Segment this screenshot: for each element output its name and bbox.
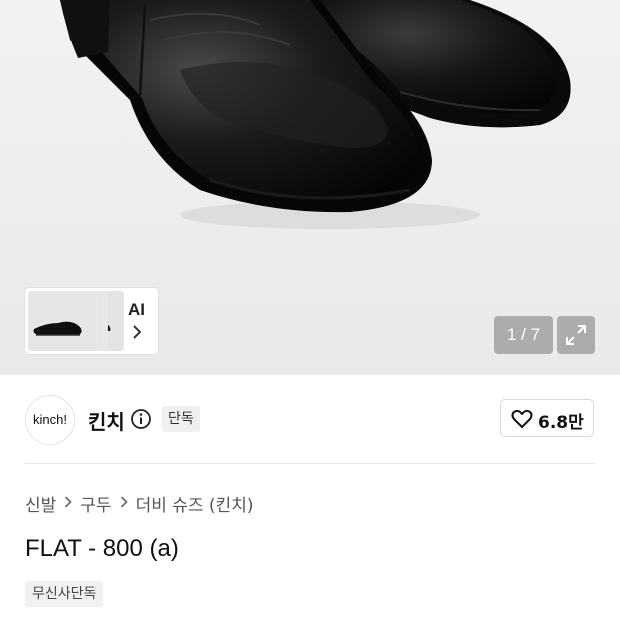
breadcrumb-item-shoes[interactable]: 신발 (25, 491, 56, 516)
brand-logo[interactable]: kinch! (25, 395, 75, 445)
breadcrumb-item-derby-shoes[interactable]: 더비 슈즈 (킨치) (136, 491, 254, 516)
heart-icon (511, 409, 533, 428)
brand-name[interactable]: 킨치 (88, 406, 125, 435)
product-title: FLAT - 800 (a) (25, 535, 179, 562)
breadcrumb-chevron-icon (120, 493, 128, 513)
expand-icon (566, 325, 586, 345)
breadcrumb: 신발 구두 더비 슈즈 (킨치) (25, 491, 254, 516)
ai-similar-thumbnails[interactable]: AI (25, 288, 158, 354)
brand-row: kinch! 킨치 단독 6.8만 (0, 375, 620, 465)
breadcrumb-item-dress-shoes[interactable]: 구두 (80, 491, 111, 516)
image-pager: 1 / 7 (494, 316, 553, 354)
chevron-right-icon (133, 325, 142, 339)
exclusive-badge: 단독 (162, 406, 200, 432)
info-icon[interactable] (130, 408, 152, 430)
shoe-thumb-icon (33, 321, 82, 336)
like-count: 6.8만 (538, 413, 584, 433)
thumbnail-1 (28, 291, 102, 351)
ai-label: AI (128, 300, 145, 319)
product-image-gallery[interactable]: AI 1 / 7 (0, 0, 620, 375)
expand-button[interactable] (557, 316, 595, 354)
like-button[interactable]: 6.8만 (500, 399, 594, 437)
thumbnail-stack (28, 291, 124, 351)
divider (25, 463, 595, 464)
store-exclusive-tag: 무신사단독 (25, 581, 104, 607)
breadcrumb-chevron-icon (64, 493, 72, 513)
